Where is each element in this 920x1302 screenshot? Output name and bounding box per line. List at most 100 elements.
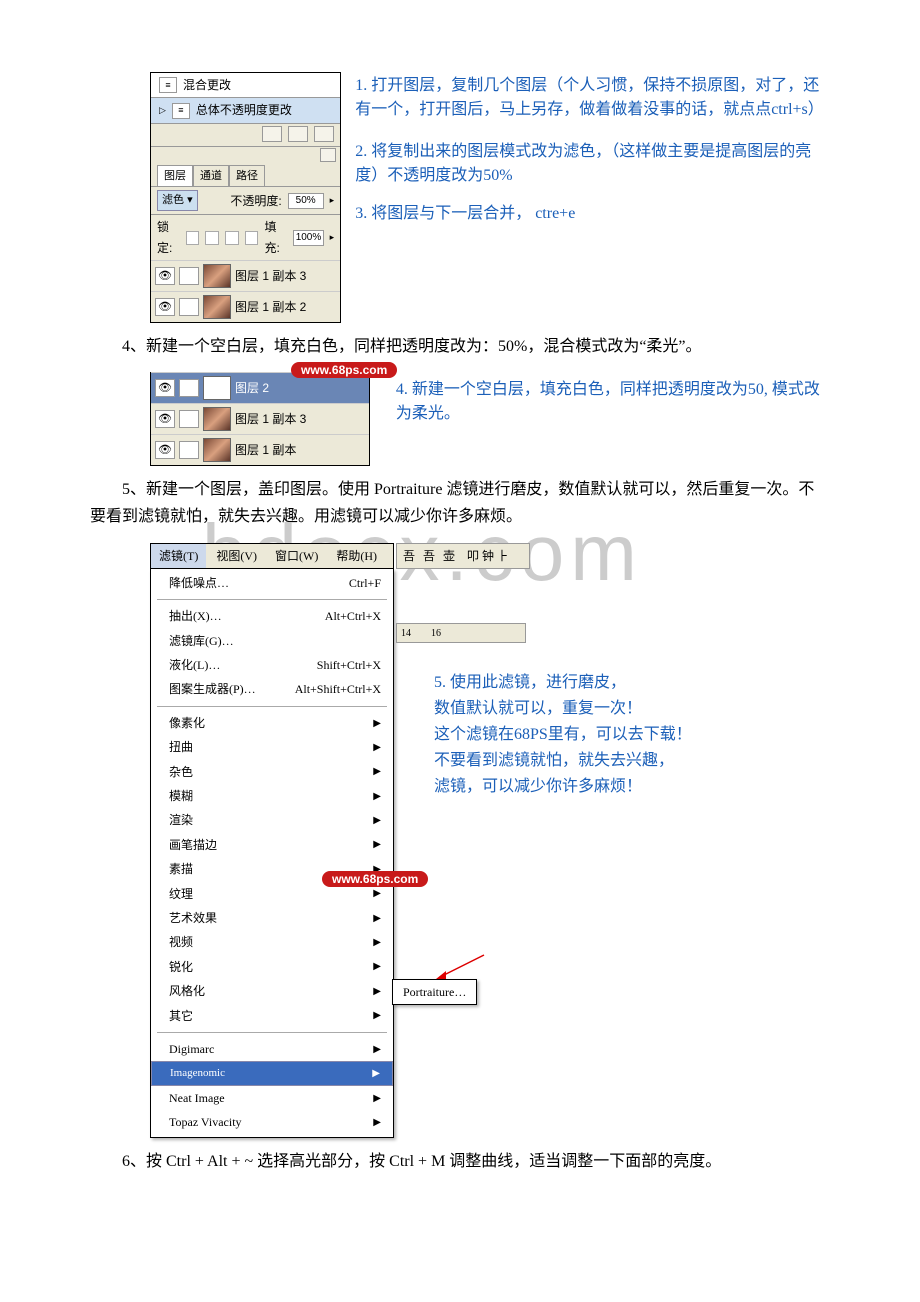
arrow-icon[interactable]: ▸ [330,230,335,245]
layers-panel-2: www.68ps.com 👁 图层 2 👁 图层 1 副本 3 👁 图层 1 副… [150,372,370,466]
menu-item[interactable]: 像素化▶ [151,711,393,735]
history-icon: ≡ [172,103,190,119]
history-row[interactable]: ≡ 混合更改 [151,73,340,98]
history-row-selected[interactable]: ▷ ≡ 总体不透明度更改 [151,98,340,123]
menu-filter-gallery[interactable]: 滤镜库(G)… [151,629,393,653]
menu-item[interactable]: 扭曲▶ [151,735,393,759]
annotation-1: 1. 打开图层，复制几个图层（个人习惯，保持不损原图，对了，还有一个，打开图后，… [341,72,830,228]
tool-icon[interactable]: 壶 [443,546,455,566]
filter-categories: 像素化▶扭曲▶杂色▶模糊▶渲染▶画笔描边▶素描▶纹理▶艺术效果▶视频▶锐化▶风格… [151,709,393,1030]
menu-item[interactable]: 视频▶ [151,930,393,954]
history-buttons [151,124,340,147]
layer-row[interactable]: 👁 图层 1 副本 [151,434,369,465]
layer-row[interactable]: 👁 图层 1 副本 3 [151,260,340,291]
layer-name: 图层 1 副本 3 [235,266,306,286]
menu-item[interactable]: 风格化▶ [151,979,393,1003]
palette-tabs: 图层 通道 路径 [151,163,340,187]
menu-view[interactable]: 视图(V) [208,544,265,568]
menu-window[interactable]: 窗口(W) [267,544,326,568]
arrow-icon[interactable]: ▸ [330,193,335,208]
menu-item[interactable]: 渲染▶ [151,808,393,832]
watermark-68ps: www.68ps.com [291,362,397,378]
paragraph-6: 6、按 Ctrl + Alt + ~ 选择高光部分，按 Ctrl + M 调整曲… [90,1148,830,1175]
layer-thumb-white [203,376,231,400]
filter-plugins: Digimarc▶Imagenomic▶Neat Image▶Topaz Viv… [151,1035,393,1137]
filter-menu: 降低噪点…Ctrl+F 抽出(X)…Alt+Ctrl+X 滤镜库(G)… 液化(… [150,569,394,1138]
blend-mode-select[interactable]: 滤色 ▾ [157,190,198,211]
tab-layers[interactable]: 图层 [157,165,193,187]
visibility-icon[interactable]: 👁 [155,298,175,316]
figure-2: www.68ps.com 👁 图层 2 👁 图层 1 副本 3 👁 图层 1 副… [150,372,830,466]
layer-thumb [203,407,231,431]
new-doc-button[interactable] [288,126,308,142]
watermark-68ps: www.68ps.com [322,871,428,887]
blend-mode-row: 滤色 ▾ 不透明度: 50% ▸ [151,186,340,214]
menu-item[interactable]: 画笔描边▶ [151,833,393,857]
link-icon [179,441,199,459]
caret-icon: ▷ [159,103,166,118]
palette-menu-button[interactable] [320,148,336,162]
visibility-icon[interactable]: 👁 [155,267,175,285]
paragraph-4: 4、新建一个空白层，填充白色，同样把透明度改为：50%，混合模式改为“柔光”。 [90,333,830,360]
layer-thumb [203,295,231,319]
layer-name: 图层 1 副本 3 [235,409,306,429]
visibility-icon[interactable]: 👁 [155,441,175,459]
visibility-icon[interactable]: 👁 [155,410,175,428]
menu-filter[interactable]: 滤镜(T) [151,544,206,568]
layer-name: 图层 1 副本 [235,440,296,460]
menu-item[interactable]: 锐化▶ [151,955,393,979]
lock-row: 锁定: 填充: 100% ▸ [151,214,340,260]
fill-label: 填充: [265,217,288,258]
lock-label: 锁定: [157,217,180,258]
fill-input[interactable]: 100% [293,230,323,246]
lock-all-button[interactable] [245,231,259,245]
menu-item[interactable]: 模糊▶ [151,784,393,808]
menu-item[interactable]: 杂色▶ [151,760,393,784]
lock-pixels-button[interactable] [205,231,219,245]
lock-position-button[interactable] [225,231,239,245]
history-icon: ≡ [159,77,177,93]
paragraph-5: 5、新建一个图层，盖印图层。使用 Portraiture 滤镜进行磨皮，数值默认… [90,476,830,530]
layer-row[interactable]: 👁 图层 1 副本 2 [151,291,340,322]
history-label: 混合更改 [183,75,231,95]
menu-item[interactable]: Topaz Vivacity▶ [151,1110,393,1134]
panel-history-layers: ≡ 混合更改 ▷ ≡ 总体不透明度更改 图层 通道 路径 滤色 ▾ 不透明度: … [150,72,341,323]
new-snapshot-button[interactable] [262,126,282,142]
trash-button[interactable] [314,126,334,142]
opacity-label: 不透明度: [230,191,281,211]
menu-item[interactable]: Digimarc▶ [151,1037,393,1061]
lock-transparency-button[interactable] [186,231,200,245]
menu-item[interactable]: Imagenomic▶ [151,1061,393,1086]
menu-column: 滤镜(T) 视图(V) 窗口(W) 帮助(H) 降低噪点…Ctrl+F 抽出(X… [150,543,394,1138]
brush-icon [179,267,199,285]
submenu-portraiture[interactable]: Portraiture… [392,979,477,1005]
brush-icon [179,379,199,397]
layer-thumb [203,264,231,288]
visibility-icon[interactable]: 👁 [155,379,175,397]
right-column: 吾 吾 壶 叩 钟 ⺊ 1416 5. 使用此滤镜，进行磨皮， 数值默认就可以，… [394,543,692,801]
menu-help[interactable]: 帮助(H) [328,544,385,568]
tool-icon[interactable]: 吾 [403,546,415,566]
menubar: 滤镜(T) 视图(V) 窗口(W) 帮助(H) [150,543,394,569]
menu-item[interactable]: Neat Image▶ [151,1086,393,1110]
dropdown-icon: ▾ [187,194,193,206]
layer-row[interactable]: 👁 图层 1 副本 3 [151,403,369,434]
layer-thumb [203,438,231,462]
menu-pattern-maker[interactable]: 图案生成器(P)…Alt+Shift+Ctrl+X [151,677,393,701]
menu-item[interactable]: 其它▶ [151,1004,393,1028]
menu-extract[interactable]: 抽出(X)…Alt+Ctrl+X [151,604,393,628]
tab-paths[interactable]: 路径 [229,165,265,187]
layer-name: 图层 2 [235,378,269,398]
layer-name: 图层 1 副本 2 [235,297,306,317]
figure-1: ≡ 混合更改 ▷ ≡ 总体不透明度更改 图层 通道 路径 滤色 ▾ 不透明度: … [150,72,830,323]
menu-last-filter[interactable]: 降低噪点…Ctrl+F [151,571,393,595]
annotation-3: 5. 使用此滤镜，进行磨皮， 数值默认就可以，重复一次！ 这个滤镜在68PS里有… [394,671,692,799]
history-label: 总体不透明度更改 [196,100,292,120]
menu-liquify[interactable]: 液化(L)…Shift+Ctrl+X [151,653,393,677]
menu-item[interactable]: 艺术效果▶ [151,906,393,930]
opacity-input[interactable]: 50% [288,193,324,209]
tool-icon[interactable]: 吾 [423,546,435,566]
link-icon [179,410,199,428]
tab-channels[interactable]: 通道 [193,165,229,187]
link-icon [179,298,199,316]
